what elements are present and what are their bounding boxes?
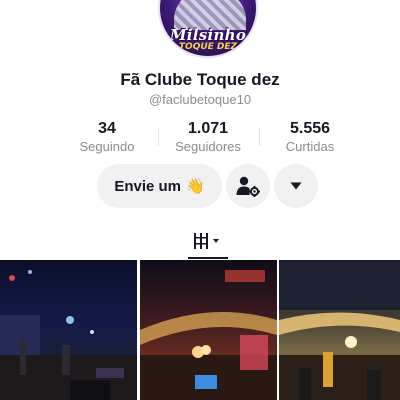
stat-likes: 5.556 Curtidas — [265, 120, 355, 156]
profile-display-name: Fã Clube Toque dez — [120, 70, 280, 89]
grid-icon — [194, 233, 219, 249]
profile-avatar[interactable]: Milsinho TOQUE DEZ — [158, 0, 258, 58]
stat-likes-value: 5.556 — [289, 120, 331, 137]
tab-active-indicator — [188, 257, 228, 259]
stat-followers-value: 1.071 — [187, 120, 229, 137]
message-button-label: Envie um — [114, 177, 181, 195]
profile-stats: 34 Seguindo 1.071 Seguidores 5.556 Curti… — [0, 120, 400, 160]
tab-videos[interactable] — [188, 226, 228, 256]
stat-following-value: 34 — [98, 120, 116, 137]
follow-settings-button[interactable] — [226, 164, 270, 208]
stat-likes-label: Curtidas — [285, 139, 335, 154]
person-gear-icon — [236, 176, 260, 197]
more-options-button[interactable] — [274, 164, 318, 208]
profile-handle: @faclubetoque10 — [148, 92, 252, 107]
video-grid — [0, 260, 400, 400]
stat-followers[interactable]: 1.071 Seguidores — [163, 120, 253, 156]
caret-down-icon — [290, 182, 302, 190]
stat-following[interactable]: 34 Seguindo — [62, 120, 152, 156]
stat-divider — [259, 128, 260, 146]
video-thumbnail[interactable] — [0, 260, 137, 400]
concert-crowd-image — [140, 270, 277, 400]
video-thumbnail[interactable] — [140, 260, 277, 400]
stat-followers-label: Seguidores — [175, 139, 241, 154]
stat-divider — [158, 128, 159, 146]
concert-stage-lights-image — [279, 260, 400, 400]
waving-hand-icon: 👋 — [186, 178, 205, 195]
message-button[interactable]: Envie um 👋 — [97, 164, 222, 208]
video-thumbnail[interactable] — [279, 260, 400, 400]
avatar-logo-subtext: TOQUE DEZ — [178, 42, 238, 52]
concert-stage-image — [0, 270, 137, 400]
stat-following-label: Seguindo — [79, 139, 135, 154]
